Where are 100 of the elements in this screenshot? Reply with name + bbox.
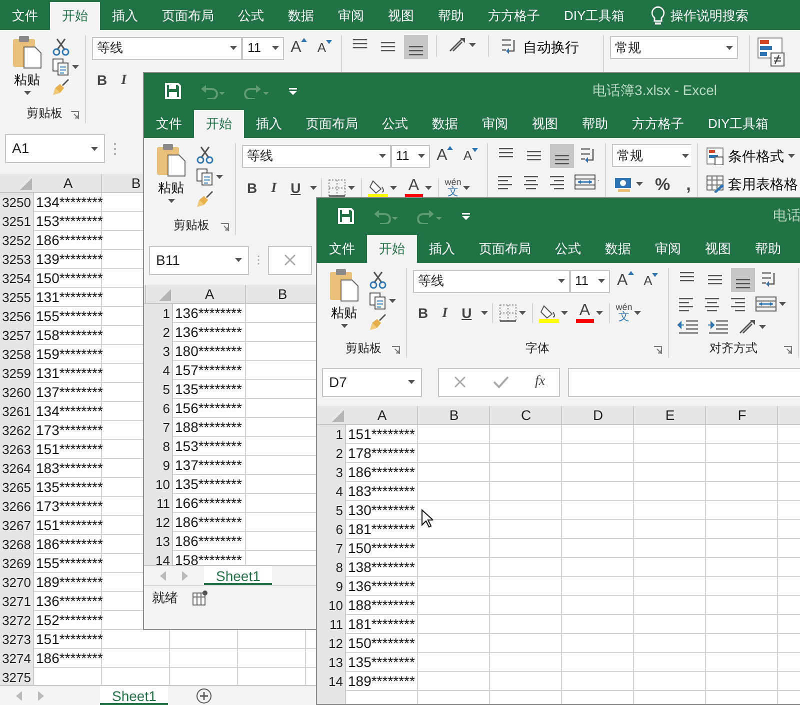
- comma-style-button[interactable]: ,: [680, 176, 691, 192]
- name-box[interactable]: D7: [322, 368, 422, 396]
- row-header[interactable]: 3257: [2, 326, 31, 346]
- paste-button[interactable]: 粘贴: [327, 268, 361, 338]
- brush-icon[interactable]: [196, 190, 214, 208]
- underline-button[interactable]: U: [286, 178, 306, 198]
- row-header[interactable]: 3275: [2, 668, 31, 685]
- border-icon[interactable]: [498, 304, 517, 322]
- row-header[interactable]: 8: [336, 558, 343, 578]
- launcher-icon[interactable]: [784, 346, 792, 354]
- italic-button[interactable]: I: [116, 70, 132, 90]
- row-header[interactable]: 3254: [2, 268, 31, 288]
- ribbon-tab[interactable]: 数据: [420, 110, 470, 138]
- row-header[interactable]: 4: [162, 360, 170, 380]
- column-header[interactable]: D: [592, 406, 604, 426]
- row-header[interactable]: 12: [156, 512, 170, 532]
- row-header[interactable]: 3272: [2, 610, 31, 630]
- conditional-format-icon[interactable]: [756, 37, 786, 67]
- row-header[interactable]: 3270: [2, 572, 31, 592]
- currency-icon[interactable]: [614, 175, 634, 193]
- row-header[interactable]: 11: [156, 494, 170, 514]
- row-header[interactable]: 3274: [2, 648, 31, 668]
- shrink-font-button[interactable]: A: [314, 38, 335, 58]
- bold-button[interactable]: B: [92, 70, 112, 90]
- caret-icon[interactable]: [216, 175, 223, 179]
- ribbon-tab[interactable]: 方方格子: [620, 110, 696, 138]
- caret-icon[interactable]: [463, 186, 470, 190]
- caret-icon[interactable]: [558, 279, 565, 283]
- caret-icon[interactable]: [235, 258, 242, 262]
- borders-button[interactable]: [496, 303, 528, 323]
- caret-icon[interactable]: [230, 46, 238, 50]
- phonetic-button[interactable]: wén 文: [614, 302, 644, 324]
- font-name-field[interactable]: 等线: [92, 36, 242, 60]
- ribbon-tab[interactable]: 插入: [417, 235, 467, 263]
- tell-me-search[interactable]: 操作说明搜索: [670, 6, 749, 26]
- copy-button[interactable]: [50, 57, 79, 77]
- caret-icon[interactable]: [91, 146, 98, 150]
- row-header[interactable]: 3256: [2, 306, 31, 326]
- drag-handle-icon[interactable]: [113, 142, 117, 156]
- merge-cells-icon[interactable]: [755, 294, 777, 312]
- ribbon-tab[interactable]: 公式: [370, 110, 420, 138]
- caret-icon[interactable]: [788, 154, 795, 158]
- row-header[interactable]: 10: [328, 596, 343, 616]
- ribbon-tab[interactable]: 视图: [693, 235, 743, 263]
- font-name-field[interactable]: 等线: [413, 270, 570, 292]
- row-header[interactable]: 9: [162, 456, 170, 476]
- sheet-tab[interactable]: Sheet1: [204, 566, 272, 585]
- row-header[interactable]: 3253: [2, 250, 31, 270]
- row-header[interactable]: 11: [330, 614, 343, 634]
- ribbon-tab[interactable]: 页面布局: [294, 110, 370, 138]
- paste-button[interactable]: 粘贴: [154, 143, 188, 215]
- copy-icon[interactable]: [369, 292, 387, 310]
- caret-icon[interactable]: [72, 65, 79, 69]
- row-header[interactable]: 3265: [2, 478, 31, 498]
- ribbon-tab[interactable]: 开始: [367, 235, 417, 263]
- number-format-field[interactable]: 常规: [612, 144, 691, 167]
- font-color-button[interactable]: A: [574, 302, 605, 324]
- caret-icon[interactable]: [272, 46, 279, 50]
- column-header[interactable]: A: [204, 285, 214, 304]
- brush-icon[interactable]: [52, 78, 70, 96]
- caret-icon[interactable]: [389, 299, 396, 303]
- orientation-icon[interactable]: [447, 36, 467, 54]
- row-header[interactable]: 8: [162, 436, 170, 456]
- italic-button[interactable]: I: [266, 178, 282, 198]
- orientation-icon[interactable]: [737, 318, 757, 336]
- add-sheet-icon[interactable]: [196, 688, 212, 704]
- caret-icon[interactable]: [424, 186, 432, 190]
- row-header[interactable]: 3250: [2, 192, 31, 212]
- copy-button[interactable]: [367, 291, 398, 311]
- row-header[interactable]: 6: [162, 398, 170, 418]
- bold-button[interactable]: B: [413, 302, 434, 324]
- shrink-font-button[interactable]: A: [640, 271, 662, 291]
- wrap-text-button[interactable]: 自动换行: [499, 35, 581, 59]
- ribbon-tab[interactable]: 数据: [593, 235, 643, 263]
- font-size-field[interactable]: 11: [242, 36, 284, 60]
- grow-font-button[interactable]: A: [288, 36, 310, 60]
- caret-icon[interactable]: [348, 186, 355, 190]
- column-header[interactable]: A: [63, 174, 73, 194]
- row-header[interactable]: 3260: [2, 382, 31, 402]
- launcher-icon[interactable]: [392, 346, 400, 354]
- bold-button[interactable]: B: [242, 178, 262, 198]
- ribbon-tab[interactable]: 开始: [50, 2, 100, 30]
- font-size-field[interactable]: 11: [390, 144, 430, 168]
- underline-button[interactable]: U: [456, 302, 477, 324]
- lightbulb-icon[interactable]: [650, 6, 665, 26]
- launcher-icon[interactable]: [654, 346, 662, 354]
- macro-record-icon[interactable]: [192, 590, 208, 606]
- name-box[interactable]: A1: [5, 134, 105, 163]
- row-header[interactable]: 3259: [2, 364, 31, 384]
- row-header[interactable]: 1: [336, 424, 343, 444]
- column-header[interactable]: F: [738, 406, 746, 426]
- ribbon-tab[interactable]: 帮助: [743, 235, 793, 263]
- grow-font-button[interactable]: A: [614, 269, 637, 293]
- row-header[interactable]: 13: [156, 532, 170, 552]
- row-header[interactable]: 3251: [2, 212, 31, 232]
- row-header[interactable]: 1: [162, 304, 170, 324]
- format-as-table-button[interactable]: 套用表格格: [704, 171, 800, 197]
- grow-font-button[interactable]: A: [434, 144, 456, 168]
- caret-icon[interactable]: [168, 198, 174, 202]
- copy-icon[interactable]: [52, 58, 70, 76]
